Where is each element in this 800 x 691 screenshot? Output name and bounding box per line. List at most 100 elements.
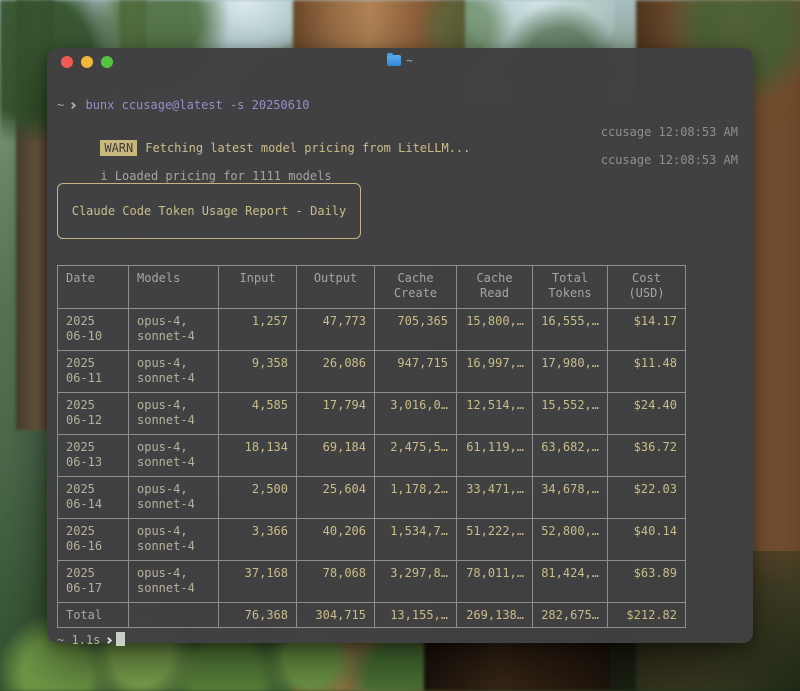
column-header-cache-create: Cache Create <box>375 266 457 309</box>
prompt-chevron-icon <box>69 102 76 109</box>
table-cell: $36.72 <box>608 435 686 477</box>
report-title: Claude Code Token Usage Report - Daily <box>72 204 347 218</box>
desktop: { "window": { "titlebar": { "path": "~" … <box>0 0 800 691</box>
usage-total-row: Total 76,368304,71513,155,…269,138…282,67… <box>58 603 686 628</box>
usage-table-row: 2025 06-10opus-4, sonnet-41,25747,773705… <box>58 309 686 351</box>
column-header-input: Input <box>219 266 297 309</box>
command-text: bunx ccusage@latest -s 20250610 <box>85 98 309 112</box>
table-cell: Total <box>58 603 129 628</box>
table-cell: $40.14 <box>608 519 686 561</box>
table-cell: 15,552,… <box>533 393 608 435</box>
table-cell: 34,678,… <box>533 477 608 519</box>
table-cell: 51,222,… <box>457 519 533 561</box>
table-cell: 40,206 <box>297 519 375 561</box>
table-cell: 69,184 <box>297 435 375 477</box>
table-cell: opus-4, sonnet-4 <box>129 519 219 561</box>
folder-icon <box>387 55 401 66</box>
column-header-models: Models <box>129 266 219 309</box>
table-cell: 17,980,… <box>533 351 608 393</box>
table-cell: 2025 06-14 <box>58 477 129 519</box>
table-cell: 1,257 <box>219 309 297 351</box>
table-cell: 78,068 <box>297 561 375 603</box>
table-cell: 304,715 <box>297 603 375 628</box>
table-cell: 25,604 <box>297 477 375 519</box>
table-cell: 2,500 <box>219 477 297 519</box>
table-cell: opus-4, sonnet-4 <box>129 561 219 603</box>
usage-table-header-row: DateModelsInputOutputCache CreateCache R… <box>58 266 686 309</box>
table-cell: $63.89 <box>608 561 686 603</box>
table-cell: opus-4, sonnet-4 <box>129 435 219 477</box>
table-cell: $212.82 <box>608 603 686 628</box>
terminal-content: ~ bunx ccusage@latest -s 20250610 WARNFe… <box>47 75 753 643</box>
table-cell: 16,997,… <box>457 351 533 393</box>
column-header-output: Output <box>297 266 375 309</box>
command-duration: 1.1s <box>71 633 100 647</box>
table-cell: 9,358 <box>219 351 297 393</box>
table-cell: 3,366 <box>219 519 297 561</box>
column-header-total-tokens: Total Tokens <box>533 266 608 309</box>
table-cell: 15,800,… <box>457 309 533 351</box>
info-message: Loaded pricing for 1111 models <box>115 169 332 183</box>
table-cell: 61,119,… <box>457 435 533 477</box>
table-cell: 13,155,… <box>375 603 457 628</box>
table-cell: 3,297,8… <box>375 561 457 603</box>
usage-table-body: 2025 06-10opus-4, sonnet-41,25747,773705… <box>58 309 686 628</box>
table-cell: 26,086 <box>297 351 375 393</box>
table-cell: 4,585 <box>219 393 297 435</box>
table-cell: 1,534,7… <box>375 519 457 561</box>
terminal-cursor[interactable] <box>116 632 125 646</box>
table-cell: 18,134 <box>219 435 297 477</box>
usage-table: DateModelsInputOutputCache CreateCache R… <box>57 265 686 628</box>
table-cell <box>129 603 219 628</box>
report-title-box: Claude Code Token Usage Report - Daily <box>57 183 361 239</box>
table-cell: $22.03 <box>608 477 686 519</box>
prompt-chevron-icon <box>105 637 112 644</box>
table-cell: 12,514,… <box>457 393 533 435</box>
table-cell: 76,368 <box>219 603 297 628</box>
background-sky-patch <box>190 0 300 55</box>
log-timestamp: ccusage 12:08:53 AM <box>601 152 738 168</box>
usage-table-row: 2025 06-17opus-4, sonnet-437,16878,0683,… <box>58 561 686 603</box>
table-cell: 2025 06-13 <box>58 435 129 477</box>
table-cell: 705,365 <box>375 309 457 351</box>
table-cell: opus-4, sonnet-4 <box>129 351 219 393</box>
usage-table-row: 2025 06-16opus-4, sonnet-43,36640,2061,5… <box>58 519 686 561</box>
table-cell: 47,773 <box>297 309 375 351</box>
table-cell: 947,715 <box>375 351 457 393</box>
table-cell: 2025 06-11 <box>58 351 129 393</box>
window-title: ~ <box>406 54 413 67</box>
table-cell: 3,016,0… <box>375 393 457 435</box>
column-header-date: Date <box>58 266 129 309</box>
table-cell: 2,475,5… <box>375 435 457 477</box>
table-cell: 282,675… <box>533 603 608 628</box>
usage-table-row: 2025 06-11opus-4, sonnet-49,35826,086947… <box>58 351 686 393</box>
terminal-window: ~ ~ bunx ccusage@latest -s 20250610 WARN… <box>47 48 753 643</box>
window-titlebar[interactable]: ~ <box>47 48 753 75</box>
table-cell: 63,682,… <box>533 435 608 477</box>
table-cell: 2025 06-12 <box>58 393 129 435</box>
table-cell: 2025 06-17 <box>58 561 129 603</box>
table-cell: $11.48 <box>608 351 686 393</box>
table-cell: 269,138… <box>457 603 533 628</box>
table-cell: $24.40 <box>608 393 686 435</box>
table-cell: 1,178,2… <box>375 477 457 519</box>
table-cell: 81,424,… <box>533 561 608 603</box>
table-cell: 33,471,… <box>457 477 533 519</box>
log-timestamp: ccusage 12:08:53 AM <box>601 124 738 140</box>
column-header-cache-read: Cache Read <box>457 266 533 309</box>
table-cell: 2025 06-16 <box>58 519 129 561</box>
table-cell: 78,011,… <box>457 561 533 603</box>
footer-prompt-line: ~ 1.1s <box>57 632 738 648</box>
footer-cwd: ~ <box>57 633 64 647</box>
column-header-cost-usd: Cost (USD) <box>608 266 686 309</box>
log-line-warn: WARNFetching latest model pricing from L… <box>57 124 738 140</box>
info-icon: i <box>100 169 107 183</box>
table-cell: 37,168 <box>219 561 297 603</box>
table-cell: 2025 06-10 <box>58 309 129 351</box>
table-cell: opus-4, sonnet-4 <box>129 477 219 519</box>
table-cell: 52,800,… <box>533 519 608 561</box>
table-cell: opus-4, sonnet-4 <box>129 393 219 435</box>
table-cell: opus-4, sonnet-4 <box>129 309 219 351</box>
table-cell: 16,555,… <box>533 309 608 351</box>
table-cell: $14.17 <box>608 309 686 351</box>
